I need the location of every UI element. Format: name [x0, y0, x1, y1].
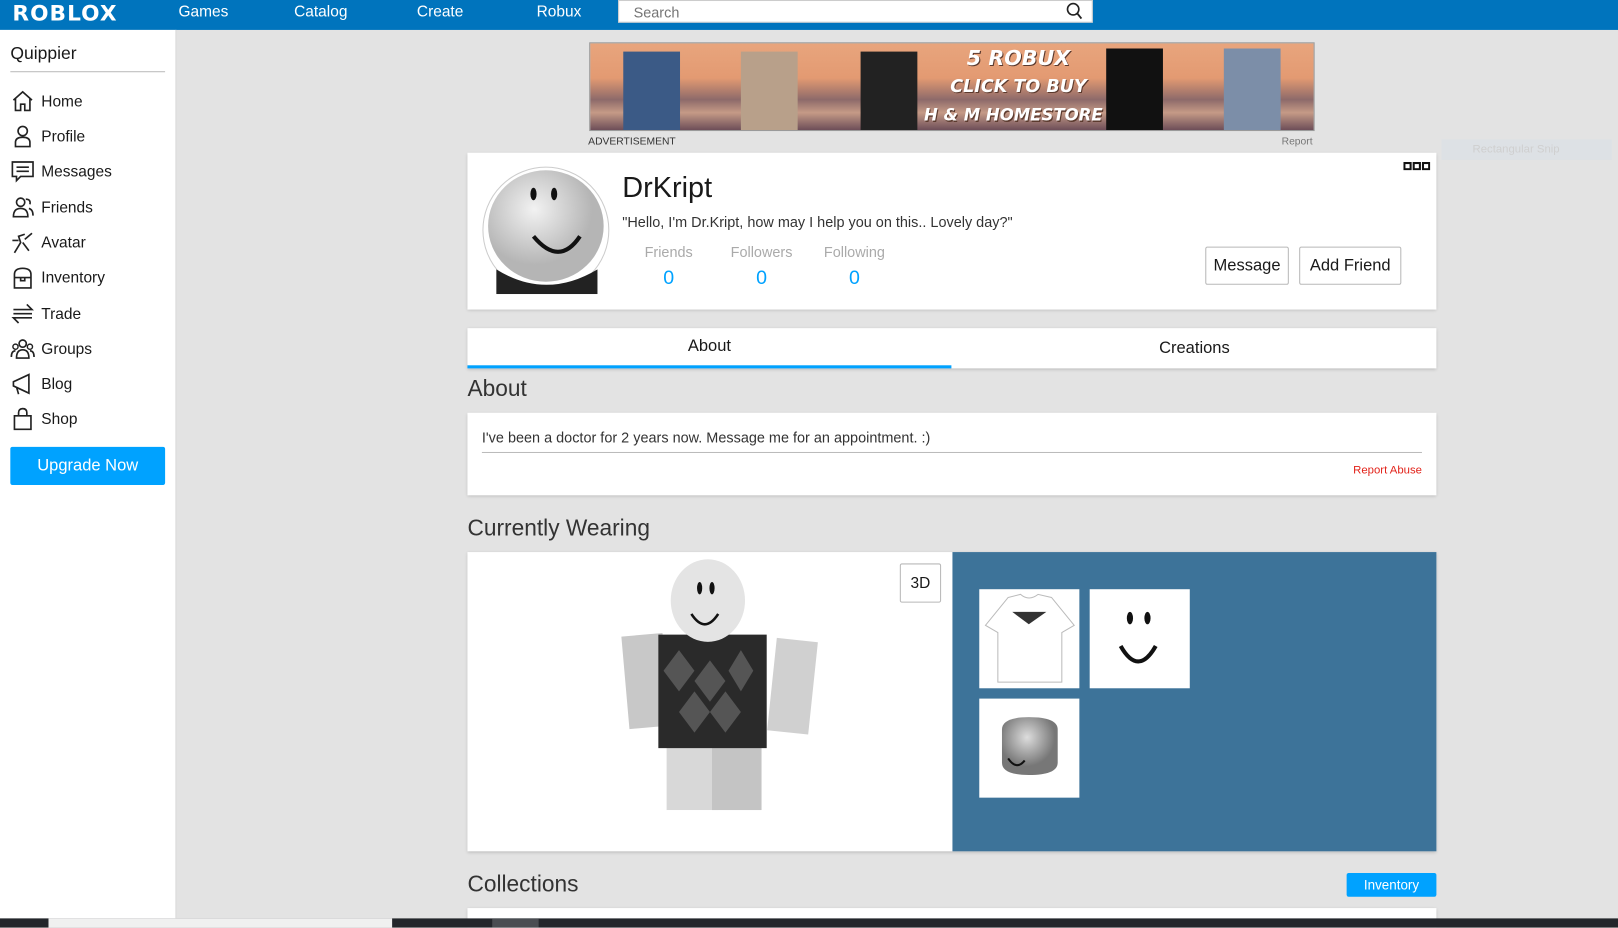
ad-item: [1223, 48, 1281, 131]
home-icon: [12, 90, 33, 112]
nav-catalog[interactable]: Catalog: [294, 3, 347, 21]
sidebar-item-label: Groups: [41, 340, 93, 358]
sidebar-username[interactable]: Quippier: [10, 43, 76, 64]
inventory-icon: [13, 267, 32, 289]
about-heading: About: [467, 375, 527, 402]
groups-icon: [10, 339, 35, 359]
profile-status: "Hello, I'm Dr.Kript, how may I help you…: [622, 213, 1013, 231]
about-card: I've been a doctor for 2 years now. Mess…: [467, 412, 1437, 496]
sidebar-item-home[interactable]: Home: [10, 87, 165, 116]
head-icon: [1001, 717, 1058, 775]
sidebar-item-avatar[interactable]: Avatar: [10, 228, 165, 257]
divider: [481, 451, 1422, 454]
search-icon[interactable]: [1065, 2, 1084, 21]
ad-report-link[interactable]: Report: [1282, 136, 1313, 147]
ad-item: [860, 51, 918, 131]
ad-text: H & M HOMESTORE: [924, 105, 1103, 125]
sidebar-item-label: Inventory: [41, 268, 105, 287]
ad-item: [740, 51, 798, 131]
profile-avatar[interactable]: [482, 166, 610, 295]
followers-label: Followers: [730, 243, 793, 261]
sidebar-item-friends[interactable]: Friends: [10, 193, 165, 222]
ad-item: [623, 51, 681, 131]
sidebar-item-label: Shop: [41, 410, 78, 428]
divider: [10, 71, 166, 73]
nav-robux[interactable]: Robux: [537, 3, 582, 21]
item-thumbnail-shirt[interactable]: [979, 589, 1080, 689]
collections-heading: Collections: [467, 870, 579, 897]
sidebar-item-label: Messages: [41, 162, 112, 181]
sidebar-item-label: Avatar: [41, 233, 86, 252]
search-box: [618, 0, 1093, 23]
avatar-icon: [12, 232, 33, 254]
currently-wearing-heading: Currently Wearing: [467, 514, 650, 541]
currently-wearing-card: 3D: [467, 552, 1437, 852]
nav-create[interactable]: Create: [417, 3, 463, 21]
smile-face-icon: [1118, 611, 1158, 664]
about-text: I've been a doctor for 2 years now. Mess…: [481, 429, 931, 446]
trade-icon: [11, 303, 34, 324]
tshirt-icon: [984, 593, 1075, 683]
messages-icon: [11, 161, 34, 183]
taskbar-search[interactable]: [48, 918, 393, 928]
ad-text: CLICK TO BUY: [950, 76, 1087, 97]
profile-header-card: DrKript "Hello, I'm Dr.Kript, how may I …: [467, 152, 1437, 310]
page: ROBLOX Games Catalog Create Robux Quippi…: [0, 0, 1618, 928]
sidebar: Quippier Home Profile Messages Friends Avata…: [0, 29, 177, 919]
following-label: Following: [823, 243, 885, 261]
3d-toggle-button[interactable]: 3D: [899, 563, 942, 603]
sidebar-item-trade[interactable]: Trade: [10, 299, 165, 328]
sidebar-item-label: Profile: [41, 127, 86, 145]
sidebar-item-label: Friends: [41, 198, 93, 217]
avatar-3d-view[interactable]: [617, 557, 823, 815]
sidebar-item-label: Blog: [41, 375, 73, 393]
tab-about[interactable]: About: [467, 328, 952, 369]
os-taskbar: [0, 918, 1618, 928]
top-navbar: ROBLOX Games Catalog Create Robux: [0, 0, 1618, 30]
followers-count[interactable]: 0: [725, 267, 797, 290]
friends-label: Friends: [644, 243, 693, 261]
following-count[interactable]: 0: [818, 267, 890, 290]
sidebar-item-messages[interactable]: Messages: [10, 157, 165, 186]
sidebar-item-groups[interactable]: Groups: [10, 334, 165, 363]
upgrade-now-button[interactable]: Upgrade Now: [10, 446, 166, 485]
message-button[interactable]: Message: [1205, 246, 1289, 285]
friends-count[interactable]: 0: [633, 267, 705, 290]
more-options-icon[interactable]: [1403, 162, 1431, 171]
blog-icon: [12, 373, 30, 395]
nav-games[interactable]: Games: [179, 3, 229, 21]
profile-icon: [14, 125, 31, 148]
taskbar-button[interactable]: [492, 918, 539, 928]
sidebar-item-profile[interactable]: Profile: [10, 122, 165, 151]
sidebar-item-shop[interactable]: Shop: [10, 405, 165, 434]
shop-icon: [13, 407, 32, 431]
sidebar-item-blog[interactable]: Blog: [10, 369, 165, 398]
wearing-items-panel: [952, 552, 1437, 852]
ad-text: 5 ROBUX: [966, 45, 1071, 71]
sidebar-item-label: Home: [41, 92, 83, 110]
advertisement-label: ADVERTISEMENT: [588, 136, 676, 148]
item-thumbnail-face[interactable]: [1089, 589, 1190, 689]
roblox-logo[interactable]: ROBLOX: [12, 1, 117, 26]
sidebar-item-label: Trade: [41, 304, 82, 323]
inventory-button[interactable]: Inventory: [1346, 872, 1437, 897]
friends-icon: [12, 197, 34, 218]
profile-tabs: About Creations: [467, 328, 1437, 369]
snip-overlay: Rectangular Snip: [1441, 139, 1612, 160]
profile-name: DrKript: [622, 171, 713, 204]
search-input[interactable]: [631, 2, 1070, 23]
sidebar-item-inventory[interactable]: Inventory: [10, 263, 165, 292]
item-thumbnail-head[interactable]: [979, 698, 1080, 798]
advertisement-banner[interactable]: 5 ROBUX CLICK TO BUY H & M HOMESTORE: [589, 42, 1315, 132]
report-abuse-link[interactable]: Report Abuse: [1353, 464, 1422, 476]
tab-creations[interactable]: Creations: [952, 328, 1436, 368]
add-friend-button[interactable]: Add Friend: [1299, 246, 1402, 285]
